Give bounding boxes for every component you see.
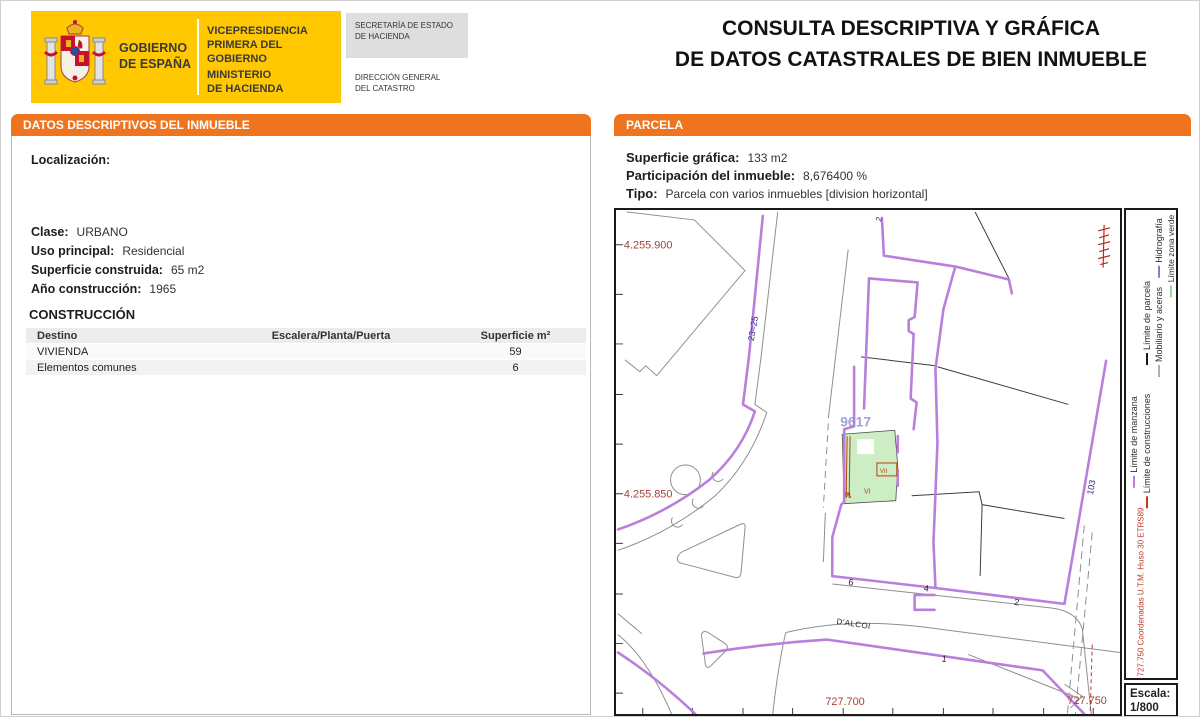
table-row: VIVIENDA 59 xyxy=(26,344,586,360)
street-number-1: 1 xyxy=(941,653,947,664)
street-number-2: 2 xyxy=(1014,597,1020,608)
gobierno-espana-label: GOBIERNO DE ESPAÑA xyxy=(119,40,191,72)
map-legend: Límite de parcela Hidrografía Límite zon… xyxy=(1124,208,1178,680)
unit-label-vi: VI xyxy=(864,489,871,496)
street-name-label: D'ALCOI xyxy=(836,617,871,631)
parcela-header: PARCELA xyxy=(614,114,1191,136)
legend-item-construcciones: Límite de construcciones xyxy=(1142,394,1152,509)
legend-item-limite-parcela: Límite de parcela xyxy=(1142,281,1152,365)
legend-dash xyxy=(1133,476,1135,488)
vicepresidencia-label: VICEPRESIDENCIA PRIMERA DEL GOBIERNO xyxy=(207,24,341,66)
scale-box: Escala: 1/800 xyxy=(1124,683,1178,717)
page-title: CONSULTA DESCRIPTIVA Y GRÁFICA DE DATOS … xyxy=(631,13,1191,75)
scale-label: Escala: xyxy=(1130,687,1176,701)
survey-mark-icon xyxy=(1098,225,1110,268)
field-ano-construccion: Año construcción:1965 xyxy=(31,282,176,296)
datos-descriptivos-header: DATOS DESCRIPTIVOS DEL INMUEBLE xyxy=(11,114,591,136)
field-participacion: Participación del inmueble:8,676400 % xyxy=(626,168,867,183)
col-superficie: Superficie m² xyxy=(446,330,585,342)
legend-dash xyxy=(1170,285,1172,297)
street-number-4: 4 xyxy=(923,583,929,594)
legend-dash xyxy=(1146,353,1148,365)
legend-dash xyxy=(1146,496,1148,508)
spain-coat-of-arms-icon xyxy=(43,18,107,96)
legend-dash xyxy=(1158,365,1160,377)
construccion-section-title: CONSTRUCCIÓN xyxy=(29,307,135,322)
field-superficie-construida: Superficie construida:65 m2 xyxy=(31,263,204,277)
field-superficie-grafica: Superficie gráfica:133 m2 xyxy=(626,150,787,165)
legend-item-zona-verde: Límite zona verde xyxy=(1166,215,1176,298)
road-label-103: 103 xyxy=(1085,479,1097,495)
unit-label-vi2: VI xyxy=(844,493,851,500)
cadastral-document-page: GOBIERNO DE ESPAÑA VICEPRESIDENCIA PRIME… xyxy=(0,0,1200,717)
legend-item-manzana: Límite de manzana xyxy=(1129,396,1139,488)
table-row: Elementos comunes 6 xyxy=(26,360,586,376)
scale-value: 1/800 xyxy=(1130,701,1176,715)
coord-label-north1: 4.255.900 xyxy=(624,240,673,252)
direccion-general-catastro-label: DIRECCIÓN GENERAL DEL CATASTRO xyxy=(355,72,440,94)
unit-label-vii: VII xyxy=(880,469,888,475)
construccion-table-header: Destino Escalera/Planta/Puerta Superfici… xyxy=(26,328,586,344)
datos-descriptivos-body xyxy=(11,136,591,715)
parcel-number-label: 9617 xyxy=(840,413,871,429)
logo-divider xyxy=(197,19,199,95)
construccion-table: Destino Escalera/Planta/Puerta Superfici… xyxy=(26,328,586,376)
road-label-23-25: 23=25 xyxy=(746,315,760,341)
col-escalera: Escalera/Planta/Puerta xyxy=(216,330,446,342)
field-uso-principal: Uso principal:Residencial xyxy=(31,244,184,258)
parcel-courtyard xyxy=(857,439,874,454)
street-number-labels: 6 4 2 1 xyxy=(848,577,1020,664)
legend-item-hidrografia: Hidrografía xyxy=(1154,218,1164,278)
field-clase: Clase:URBANO xyxy=(31,225,128,239)
legend-utm-note: 727.750 Coordenadas U.T.M. Huso 30 ETRS8… xyxy=(1137,508,1146,677)
field-tipo: Tipo:Parcela con varios inmuebles [divis… xyxy=(626,186,928,201)
cadastral-map: 4.255.900 4.255.850 727.700 727.750 9617… xyxy=(614,208,1122,716)
coord-label-north2: 4.255.850 xyxy=(624,489,673,501)
coord-label-east1: 727.700 xyxy=(825,696,864,708)
coord-label-east2: 727.750 xyxy=(1067,695,1106,707)
legend-dash xyxy=(1158,266,1160,278)
government-logo-block: GOBIERNO DE ESPAÑA VICEPRESIDENCIA PRIME… xyxy=(31,11,341,103)
secretaria-estado-block: SECRETARÍA DE ESTADO DE HACIENDA xyxy=(346,13,468,58)
localizacion-label: Localización: xyxy=(31,153,110,167)
col-destino: Destino xyxy=(26,330,216,342)
legend-item-mobiliario: Mobiliario y aceras xyxy=(1154,287,1164,377)
ministerio-label: MINISTERIO DE HACIENDA xyxy=(207,68,283,96)
